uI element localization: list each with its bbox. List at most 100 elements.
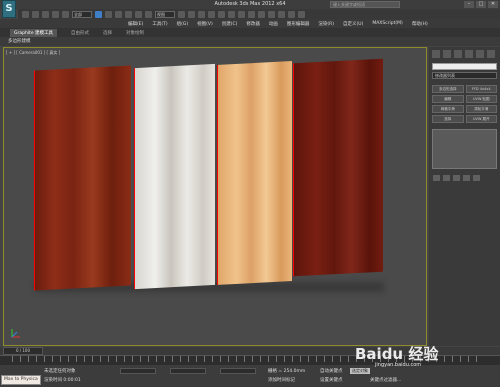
layer-icon[interactable] xyxy=(238,10,245,18)
configure-sets-icon[interactable] xyxy=(473,175,480,181)
modifier-list-dropdown[interactable]: 修改器列表 xyxy=(432,72,497,79)
menu-graph-editors[interactable]: 图形编辑器 xyxy=(287,21,310,27)
minimize-icon[interactable]: – xyxy=(464,1,474,8)
menu-help[interactable]: 帮助(H) xyxy=(412,21,428,27)
percent-snap-icon[interactable] xyxy=(208,10,215,18)
auto-key-label[interactable]: 自动关键点 xyxy=(320,368,343,374)
tab-selection[interactable]: 选择 xyxy=(103,30,112,36)
door-panel-dark-red[interactable] xyxy=(34,65,131,291)
maximize-icon[interactable]: □ xyxy=(476,1,486,8)
menu-bar: 编辑(E) 工具(T) 组(G) 视图(V) 创建(C) 修改器 动画 图形编辑… xyxy=(18,19,500,28)
make-unique-icon[interactable] xyxy=(453,175,460,181)
hierarchy-tab-icon[interactable] xyxy=(454,50,462,58)
door-panel-white[interactable] xyxy=(134,63,215,290)
menu-group[interactable]: 组(G) xyxy=(177,21,189,27)
viewport-label[interactable]: [ + ] [ Camera001 ] [ 真实 ] xyxy=(6,50,60,56)
pivot-icon[interactable] xyxy=(178,10,185,18)
modifier-button[interactable]: UVW 贴图 xyxy=(465,95,497,103)
door-panel-maple[interactable] xyxy=(217,61,292,285)
menu-customize[interactable]: 自定义(U) xyxy=(343,21,363,27)
open-file-icon[interactable] xyxy=(32,10,39,18)
set-key-label[interactable]: 设置关键点 xyxy=(320,377,343,383)
render-frame-icon[interactable] xyxy=(288,10,295,18)
command-panel-tabs xyxy=(429,47,500,61)
app-logo[interactable]: S xyxy=(2,0,16,18)
selected-dropdown[interactable]: 选定对象 xyxy=(350,368,370,374)
modifier-button[interactable]: 编辑 xyxy=(432,95,464,103)
render-time-status: 渲染时间 0:00:01 xyxy=(44,378,81,383)
modifier-button[interactable]: FFD 4x4x4 xyxy=(465,85,497,93)
select-by-name-icon[interactable] xyxy=(105,10,112,18)
tab-object-paint[interactable]: 对象绘制 xyxy=(126,30,144,36)
menu-maxscript[interactable]: MAXScript(M) xyxy=(372,21,403,26)
menu-edit[interactable]: 编辑(E) xyxy=(128,21,143,27)
status-bar: Max to Physica 未选定任何对象 渲染时间 0:00:01 栅格 =… xyxy=(0,365,500,387)
watermark-brand: Baidu 经验 xyxy=(355,345,439,363)
tab-graphite[interactable]: Graphite 建模工具 xyxy=(10,28,58,37)
material-editor-icon[interactable] xyxy=(268,10,275,18)
modify-tab-icon[interactable] xyxy=(443,50,451,58)
ribbon-panel-label[interactable]: 多边形建模 xyxy=(0,37,500,46)
align-icon[interactable] xyxy=(228,10,235,18)
add-time-tag[interactable]: 添加时间标记 xyxy=(268,377,295,383)
modifier-button[interactable]: 多边形选择 xyxy=(432,85,464,93)
schematic-icon[interactable] xyxy=(258,10,265,18)
axis-gizmo-icon xyxy=(11,329,20,338)
rect-select-icon[interactable] xyxy=(115,10,122,18)
display-tab-icon[interactable] xyxy=(476,50,484,58)
utilities-tab-icon[interactable] xyxy=(487,50,495,58)
menu-views[interactable]: 视图(V) xyxy=(197,21,213,27)
reference-coord-select[interactable]: 视图 xyxy=(155,10,175,18)
frame-counter[interactable]: 0 / 100 xyxy=(3,347,43,355)
menu-create[interactable]: 创建(C) xyxy=(222,21,238,27)
create-tab-icon[interactable] xyxy=(432,50,440,58)
render-icon[interactable] xyxy=(298,10,305,18)
remove-modifier-icon[interactable] xyxy=(463,175,470,181)
selection-filter-select[interactable]: 全部 xyxy=(72,10,92,18)
command-panel: 修改器列表 多边形选择 FFD 4x4x4 编辑 UVW 贴图 网格平滑 涡轮平… xyxy=(429,47,500,346)
modifier-button[interactable]: UVW 展开 xyxy=(465,115,497,123)
selection-status: 未选定任何对象 xyxy=(44,369,76,374)
x-coord-field[interactable] xyxy=(120,368,156,374)
close-icon[interactable]: ✕ xyxy=(488,1,498,8)
camera-viewport[interactable]: [ + ] [ Camera001 ] [ 真实 ] xyxy=(3,47,427,346)
save-icon[interactable] xyxy=(42,10,49,18)
mirror-icon[interactable] xyxy=(218,10,225,18)
key-filters-button[interactable]: 关键点过滤器... xyxy=(370,377,401,383)
menu-tools[interactable]: 工具(T) xyxy=(152,21,167,27)
angle-snap-icon[interactable] xyxy=(198,10,205,18)
motion-tab-icon[interactable] xyxy=(465,50,473,58)
curve-editor-icon[interactable] xyxy=(248,10,255,18)
y-coord-field[interactable] xyxy=(170,368,206,374)
move-icon[interactable] xyxy=(125,10,132,18)
door-panel-mahogany[interactable] xyxy=(293,58,383,277)
rotate-icon[interactable] xyxy=(135,10,142,18)
title-bar: Autodesk 3ds Max 2012 x64 键入关键字或短语 – □ ✕ xyxy=(0,0,500,9)
scale-icon[interactable] xyxy=(145,10,152,18)
window-controls: – □ ✕ xyxy=(464,1,498,8)
maxscript-listener[interactable]: Max to Physica xyxy=(1,375,41,385)
snap-icon[interactable] xyxy=(188,10,195,18)
select-object-icon[interactable] xyxy=(95,10,102,18)
baidu-watermark: Baidu 经验 jingyan.baidu.com xyxy=(355,343,438,368)
help-search-input[interactable]: 键入关键字或短语 xyxy=(330,1,400,8)
menu-left-spacer xyxy=(0,19,18,28)
modifier-buttons: 多边形选择 FFD 4x4x4 编辑 UVW 贴图 网格平滑 涡轮平滑 选择 U… xyxy=(432,85,497,123)
modifier-button[interactable]: 网格平滑 xyxy=(432,105,464,113)
menu-modifiers[interactable]: 修改器 xyxy=(246,21,260,27)
modifier-stack[interactable] xyxy=(432,129,497,169)
pin-stack-icon[interactable] xyxy=(433,175,440,181)
redo-icon[interactable] xyxy=(62,10,69,18)
menu-rendering[interactable]: 渲染(R) xyxy=(318,21,334,27)
modifier-button[interactable]: 选择 xyxy=(432,115,464,123)
z-coord-field[interactable] xyxy=(220,368,256,374)
tab-freeform[interactable]: 自由形式 xyxy=(71,30,89,36)
modifier-button[interactable]: 涡轮平滑 xyxy=(465,105,497,113)
undo-icon[interactable] xyxy=(52,10,59,18)
object-name-field[interactable] xyxy=(432,63,497,70)
menu-animation[interactable]: 动画 xyxy=(269,21,278,27)
main-toolbar: 全部 视图 xyxy=(18,9,500,19)
render-setup-icon[interactable] xyxy=(278,10,285,18)
new-file-icon[interactable] xyxy=(22,10,29,18)
show-end-result-icon[interactable] xyxy=(443,175,450,181)
